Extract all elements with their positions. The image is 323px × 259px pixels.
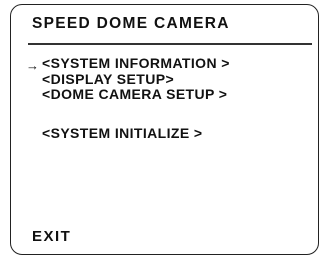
menu-item-system-initialize[interactable]: <SYSTEM INITIALIZE > <box>42 126 202 141</box>
menu-item-display-setup[interactable]: <DISPLAY SETUP> <box>42 72 174 87</box>
menu-item-dome-camera-setup[interactable]: <DOME CAMERA SETUP > <box>42 87 227 102</box>
title-divider <box>28 43 312 45</box>
osd-screen: SPEED DOME CAMERA → <SYSTEM INFORMATION … <box>0 0 323 259</box>
exit-button[interactable]: EXIT <box>32 228 71 245</box>
selection-arrow-icon: → <box>26 58 39 73</box>
page-title: SPEED DOME CAMERA <box>32 15 230 32</box>
menu-item-system-information[interactable]: <SYSTEM INFORMATION > <box>42 56 230 71</box>
